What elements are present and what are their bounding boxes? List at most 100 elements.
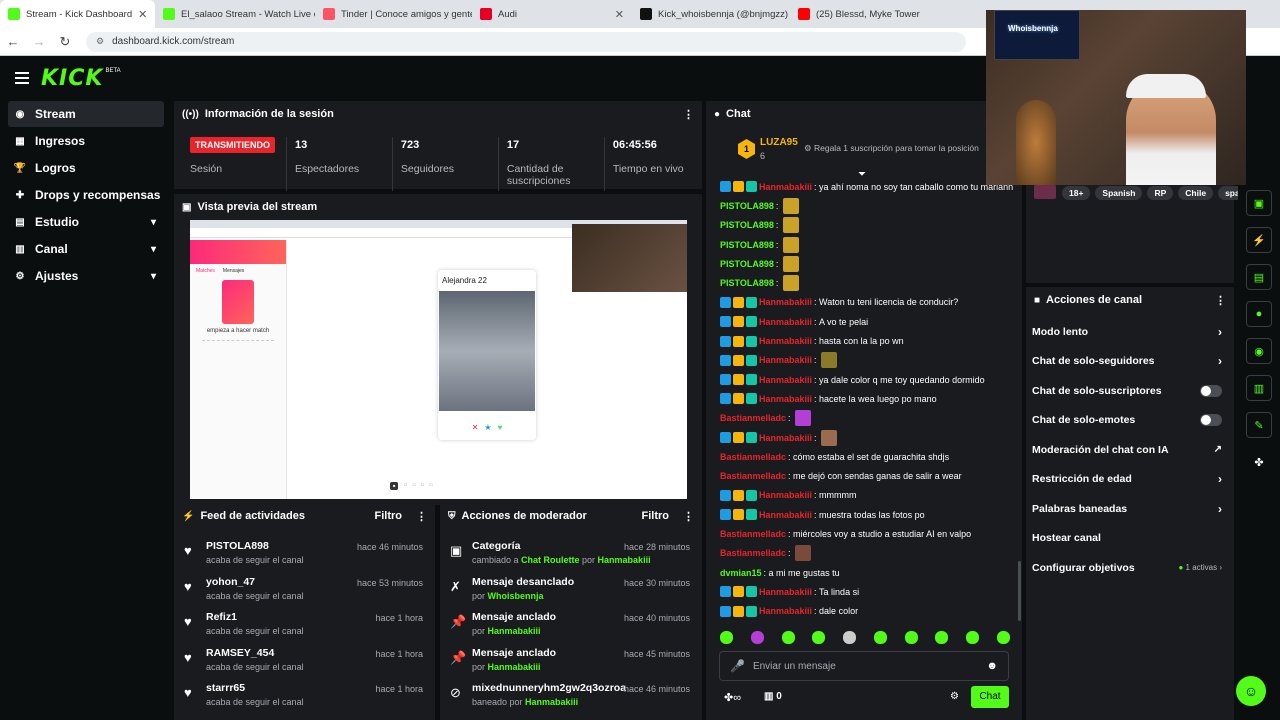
feed-item[interactable]: ♥ Refiz1 acaba de seguir el canal hace 1 … (174, 608, 435, 644)
mod-action-item[interactable]: ✗ Mensaje desanclado por Whoisbennja hac… (440, 573, 702, 609)
chat-username[interactable]: dvmian15 (720, 568, 762, 578)
browser-tab[interactable]: Tinder | Conoce amigos y gente ✕ (315, 0, 472, 28)
chat-username[interactable]: Hanmabakiii (759, 433, 812, 443)
chat-username[interactable]: Hanmabakiii (759, 355, 812, 365)
chat-username[interactable]: Hanmabakiii (759, 587, 812, 597)
kick-logo[interactable]: KICK (41, 66, 103, 91)
stream-tag[interactable]: Chile (1178, 186, 1214, 200)
chat-username[interactable]: Bastianmelladc (720, 452, 786, 462)
sidebar-item-stream[interactable]: ◉ Stream (8, 101, 164, 127)
browser-tab[interactable]: El_salaoo Stream - Watch Live o ✕ (155, 0, 315, 28)
chat-message[interactable]: PISTOLA898: (706, 216, 1016, 235)
chat-settings-icon[interactable]: ⚙ (950, 691, 959, 702)
channel-action-item[interactable]: Palabras baneadas › (1026, 494, 1234, 524)
apps-icon[interactable]: ✤ (1246, 449, 1272, 475)
chat-message[interactable]: Bastianmelladc: miércoles voy a studio a… (706, 524, 1016, 543)
chat-icon[interactable]: ● (1246, 301, 1272, 327)
channel-action-item[interactable]: Moderación del chat con IA ↗ (1026, 435, 1234, 465)
feed-item[interactable]: ♥ starrr65 acaba de seguir el canal hace … (174, 679, 435, 715)
browser-tab[interactable]: (25) Blessd, Myke Towers - ✕ (790, 0, 920, 28)
url-field[interactable]: ⚙ dashboard.kick.com/stream (86, 31, 966, 52)
emote-icon[interactable] (781, 631, 795, 644)
microphone-icon[interactable]: 🎤 (730, 659, 745, 673)
sidebar-item-canal[interactable]: ▥ Canal ▾ (8, 236, 164, 262)
chat-scrollbar[interactable] (1018, 561, 1021, 621)
channel-action-item[interactable]: Chat de solo-suscriptores (1026, 376, 1234, 406)
chat-username[interactable]: Hanmabakiii (759, 336, 812, 346)
sidebar-item-ajustes[interactable]: ⚙ Ajustes ▾ (8, 263, 164, 289)
chat-username[interactable]: Hanmabakiii (759, 510, 812, 520)
channel-action-item[interactable]: Restricción de edad › (1026, 465, 1234, 495)
emote-icon[interactable] (904, 631, 918, 644)
chat-username[interactable]: PISTOLA898 (720, 278, 774, 288)
chat-message[interactable]: PISTOLA898: (706, 273, 1016, 292)
emote-icon[interactable] (812, 631, 826, 644)
chat-username[interactable]: PISTOLA898 (720, 259, 774, 269)
top-gifter-name[interactable]: LUZA95 (760, 137, 798, 148)
channel-action-item[interactable]: Configurar objetivos ● 1 activas › (1026, 553, 1234, 583)
chat-message[interactable]: Hanmabakiii: A vo te pelai (706, 312, 1016, 331)
feed-item[interactable]: ♥ yohon_47 acaba de seguir el canal hace … (174, 573, 435, 609)
chat-message[interactable]: Hanmabakiii: hacete la wea luego po mano (706, 389, 1016, 408)
toggle-switch[interactable] (1200, 384, 1222, 397)
chat-message[interactable]: Hanmabakiii: ya dale color q me toy qued… (706, 370, 1016, 389)
emote-icon[interactable] (720, 631, 733, 644)
emote-icon[interactable] (996, 631, 1010, 644)
back-icon[interactable]: ← (0, 34, 26, 49)
chat-message[interactable]: Bastianmelladc: (706, 409, 1016, 428)
chat-username[interactable]: Hanmabakiii (759, 394, 812, 404)
send-chat-button[interactable]: Chat (971, 686, 1009, 708)
sidebar-item-estudio[interactable]: ▤ Estudio ▾ (8, 209, 164, 235)
wrench-icon[interactable]: ✎ (1246, 412, 1272, 438)
chat-message[interactable]: Hanmabakiii: (706, 428, 1016, 447)
channel-action-item[interactable]: Chat de solo-seguidores › (1026, 347, 1234, 377)
chat-message[interactable]: Hanmabakiii: hasta con la la po wn (706, 331, 1016, 350)
mod-filter-button[interactable]: Filtro (642, 510, 670, 522)
chat-username[interactable]: Bastianmelladc (720, 471, 786, 481)
feed-item[interactable]: ♥ RAMSEY_454 acaba de seguir el canal hac… (174, 644, 435, 680)
channel-action-item[interactable]: Modo lento › (1026, 317, 1234, 347)
more-icon[interactable]: ⋮ (683, 108, 694, 121)
gift-text[interactable]: Regala 1 suscripción para tomar la posic… (814, 143, 979, 153)
chat-username[interactable]: Hanmabakiii (759, 182, 812, 192)
site-info-icon[interactable]: ⚙ (96, 36, 104, 47)
stream-preview[interactable]: Matches Mensajes empieza a hacer match Al… (190, 220, 687, 499)
capture-icon[interactable]: ▣ (1246, 190, 1272, 216)
channel-action-item[interactable]: Chat de solo-emotes (1026, 406, 1234, 436)
chat-input[interactable]: 🎤 Enviar un mensaje ☻ (719, 651, 1009, 681)
chat-message[interactable]: Hanmabakiii: ya ahí noma no soy tan caba… (706, 177, 1016, 196)
sidebar-item-drops-y-recompensas[interactable]: ✚ Drops y recompensas (8, 182, 164, 208)
mod-action-item[interactable]: 📌 Mensaje anclado por Hanmabakiii hace 4… (440, 644, 702, 680)
document-icon[interactable]: ▤ (1246, 264, 1272, 290)
broadcast-icon[interactable]: ◉ (1246, 338, 1272, 364)
chat-message[interactable]: PISTOLA898: (706, 196, 1016, 215)
more-icon[interactable]: ⋮ (683, 510, 694, 523)
stream-tag[interactable]: RP (1147, 186, 1174, 200)
sidebar-item-logros[interactable]: 🏆 Logros (8, 155, 164, 181)
chat-username[interactable]: Hanmabakiii (759, 317, 812, 327)
close-tab-icon[interactable]: ✕ (609, 8, 624, 21)
more-icon[interactable]: ⋮ (1215, 294, 1226, 307)
chat-username[interactable]: Bastianmelladc (720, 548, 786, 558)
layout-icon[interactable]: ▥ (1246, 375, 1272, 401)
stream-tag[interactable]: 18+ (1062, 186, 1091, 200)
emote-icon[interactable] (966, 631, 980, 644)
chat-username[interactable]: Hanmabakiii (759, 375, 812, 385)
emoji-icon[interactable]: ☻ (986, 660, 998, 672)
chat-message[interactable]: PISTOLA898: (706, 254, 1016, 273)
help-icon[interactable]: ☺ (1236, 676, 1266, 706)
menu-icon[interactable] (15, 72, 29, 84)
browser-tab[interactable]: Audi ✕ (472, 0, 632, 28)
chat-message[interactable]: dvmian15: a mi me gustas tu (706, 563, 1016, 582)
bolt-icon[interactable]: ⚡ (1246, 227, 1272, 253)
chat-username[interactable]: Bastianmelladc (720, 413, 786, 423)
stream-tag[interactable]: Spanish (1095, 186, 1143, 200)
more-icon[interactable]: ⋮ (416, 510, 427, 523)
chat-message[interactable]: Bastianmelladc: cómo estaba el set de gu… (706, 447, 1016, 466)
chat-username[interactable]: Bastianmelladc (720, 529, 786, 539)
chat-message[interactable]: Hanmabakiii: Waton tu teni licencia de c… (706, 293, 1016, 312)
chat-message[interactable]: Hanmabakiii: Ta linda si (706, 582, 1016, 601)
browser-tab[interactable]: Kick_whoisbennja (@bnjmgzz) ✕ (632, 0, 790, 28)
chat-message[interactable]: PISTOLA898: (706, 235, 1016, 254)
chat-message[interactable]: Hanmabakiii: (706, 351, 1016, 370)
